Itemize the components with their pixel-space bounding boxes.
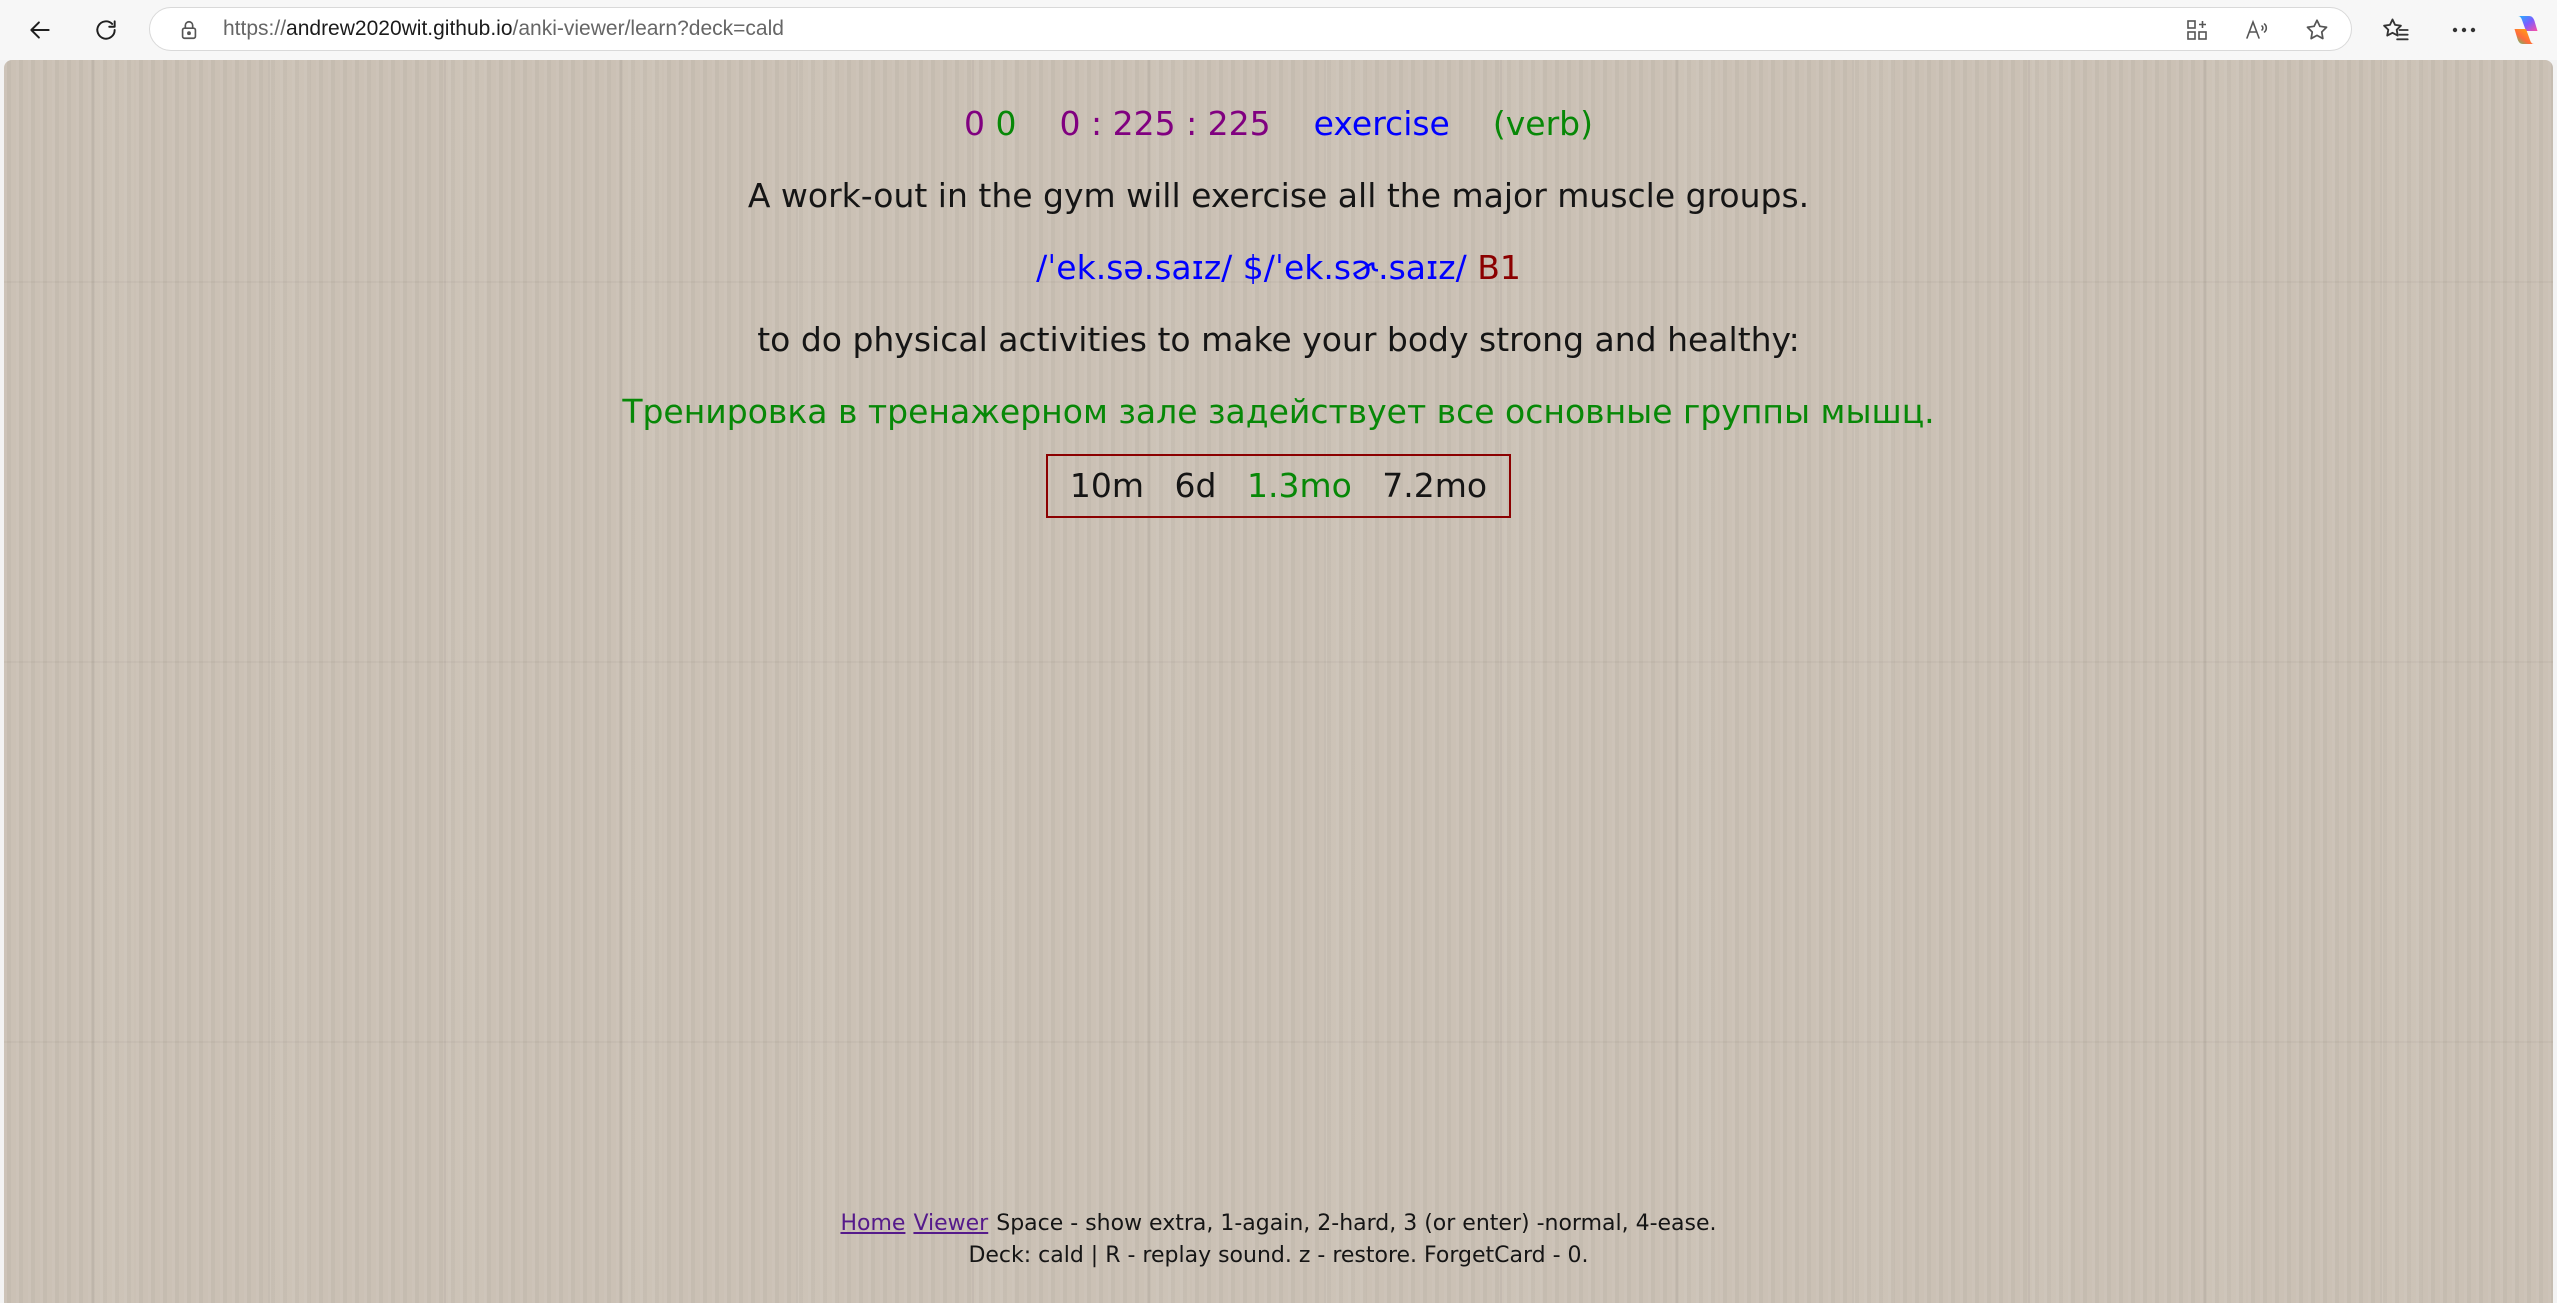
word-headword: exercise <box>1313 104 1450 143</box>
browser-toolbar: https://andrew2020wit.github.io/anki-vie… <box>0 0 2557 60</box>
favorites-icon[interactable] <box>2376 10 2416 50</box>
part-of-speech: (verb) <box>1492 104 1593 143</box>
footer-line-2: Deck: cald | R - replay sound. z - resto… <box>968 1243 1589 1268</box>
answer-normal-button[interactable]: 1.3mo <box>1247 464 1352 508</box>
level-badge: B1 <box>1477 248 1521 287</box>
answer-buttons-row: 10m 6d 1.3mo 7.2mo <box>4 454 2553 518</box>
refresh-icon[interactable] <box>86 10 126 50</box>
pronunciation-line: /ˈek.sə.saɪz/ $/ˈek.sɚ.saɪz/ B1 <box>4 246 2553 290</box>
learn-count: 0 <box>995 104 1017 143</box>
favorite-star-icon[interactable] <box>2303 16 2331 44</box>
copilot-icon[interactable] <box>2508 12 2544 48</box>
more-icon[interactable] <box>2444 10 2484 50</box>
url-text[interactable]: https://andrew2020wit.github.io/anki-vie… <box>223 8 784 50</box>
address-bar[interactable]: https://andrew2020wit.github.io/anki-vie… <box>149 7 2352 51</box>
back-arrow-icon[interactable] <box>20 10 60 50</box>
definition: to do physical activities to make your b… <box>757 320 1800 359</box>
url-path: /anki-viewer/learn?deck=cald <box>512 17 784 40</box>
lock-icon[interactable] <box>178 19 200 45</box>
viewer-link[interactable]: Viewer <box>913 1211 988 1236</box>
answer-again-button[interactable]: 10m <box>1070 464 1144 508</box>
home-link[interactable]: Home <box>840 1211 905 1236</box>
translation: Тренировка в тренажерном зале задействуе… <box>622 392 1935 431</box>
card-header: 0 0 0 : 225 : 225 exercise (verb) <box>4 102 2553 146</box>
answer-hard-button[interactable]: 6d <box>1175 464 1217 508</box>
page-viewport: 0 0 0 : 225 : 225 exercise (verb) A work… <box>4 60 2553 1303</box>
answer-buttons: 10m 6d 1.3mo 7.2mo <box>1045 454 1512 518</box>
footer-line-1: Home Viewer Space - show extra, 1-again, 2… <box>4 1208 2553 1240</box>
new-count: 0 <box>964 104 985 143</box>
app-available-icon[interactable] <box>2183 16 2211 44</box>
url-host: andrew2020wit.github.io <box>286 17 513 40</box>
keyboard-help: Space - show extra, 1-again, 2-hard, 3 (… <box>996 1211 1717 1236</box>
url-prefix: https:// <box>223 17 287 40</box>
read-aloud-icon[interactable] <box>2243 16 2271 44</box>
footer: Home Viewer Space - show extra, 1-again, 2… <box>4 1208 2553 1272</box>
example-sentence: A work-out in the gym will exercise all … <box>747 176 1810 215</box>
answer-easy-button[interactable]: 7.2mo <box>1382 464 1487 508</box>
pronunciation: /ˈek.sə.saɪz/ $/ˈek.sɚ.saɪz/ <box>1036 248 1467 287</box>
review-counts: 0 : 225 : 225 <box>1059 104 1271 143</box>
